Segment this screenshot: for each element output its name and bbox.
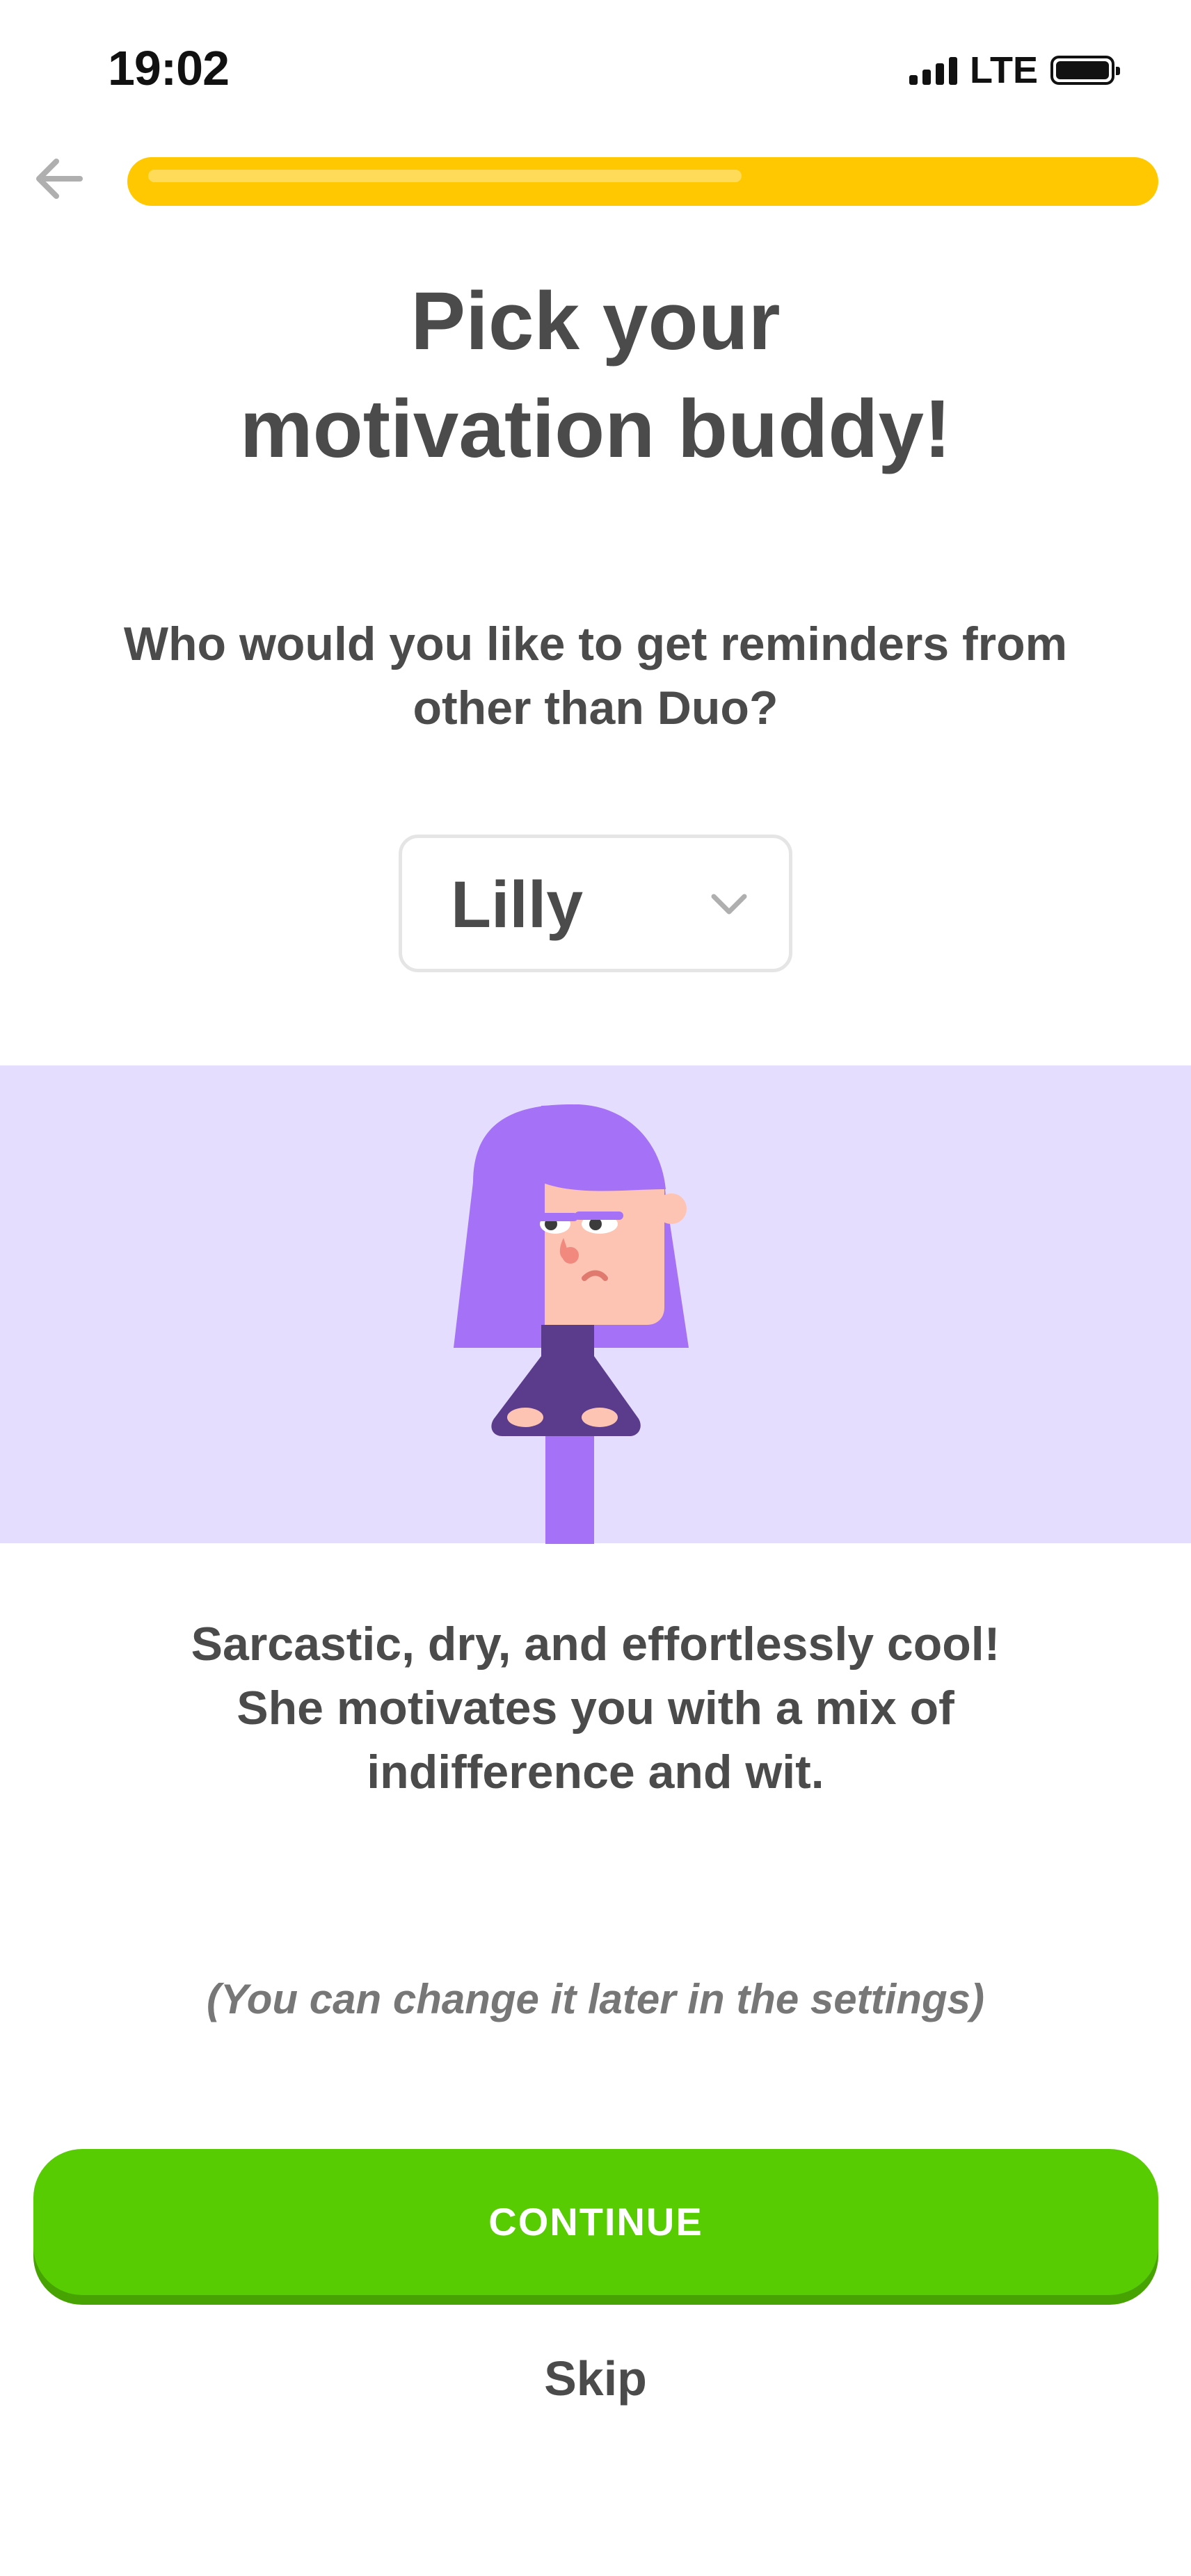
description-line-2: She motivates you with a mix of bbox=[237, 1682, 954, 1734]
chevron-down-icon bbox=[708, 887, 750, 921]
battery-icon bbox=[1050, 56, 1120, 85]
page-title: Pick your motivation buddy! bbox=[0, 268, 1191, 483]
back-arrow-icon[interactable] bbox=[31, 154, 87, 203]
buddy-description: Sarcastic, dry, and effortlessly cool! S… bbox=[104, 1612, 1087, 1804]
page-subtitle: Who would you like to get reminders from… bbox=[104, 612, 1087, 740]
lilly-character-illustration bbox=[417, 1085, 710, 1544]
network-label: LTE bbox=[970, 49, 1038, 91]
description-line-3: indifference and wit. bbox=[367, 1746, 824, 1798]
progress-bar bbox=[127, 157, 1158, 206]
continue-button-label: CONTINUE bbox=[488, 2200, 703, 2244]
signal-icon bbox=[909, 56, 958, 85]
skip-button[interactable]: Skip bbox=[0, 2351, 1191, 2406]
title-line-2: motivation buddy! bbox=[239, 383, 952, 475]
title-line-1: Pick your bbox=[410, 275, 781, 367]
description-line-1: Sarcastic, dry, and effortlessly cool! bbox=[191, 1618, 1000, 1671]
progress-bar-highlight bbox=[148, 170, 742, 182]
settings-note: (You can change it later in the settings… bbox=[207, 1976, 984, 2022]
continue-button[interactable]: CONTINUE bbox=[33, 2149, 1158, 2295]
status-icons: LTE bbox=[909, 49, 1120, 92]
status-time: 19:02 bbox=[108, 41, 230, 95]
buddy-select-value: Lilly bbox=[451, 868, 584, 942]
buddy-select[interactable]: Lilly bbox=[399, 835, 792, 972]
subtitle-line-2: other than Duo? bbox=[413, 682, 778, 734]
subtitle-line-1: Who would you like to get reminders from bbox=[123, 618, 1068, 670]
